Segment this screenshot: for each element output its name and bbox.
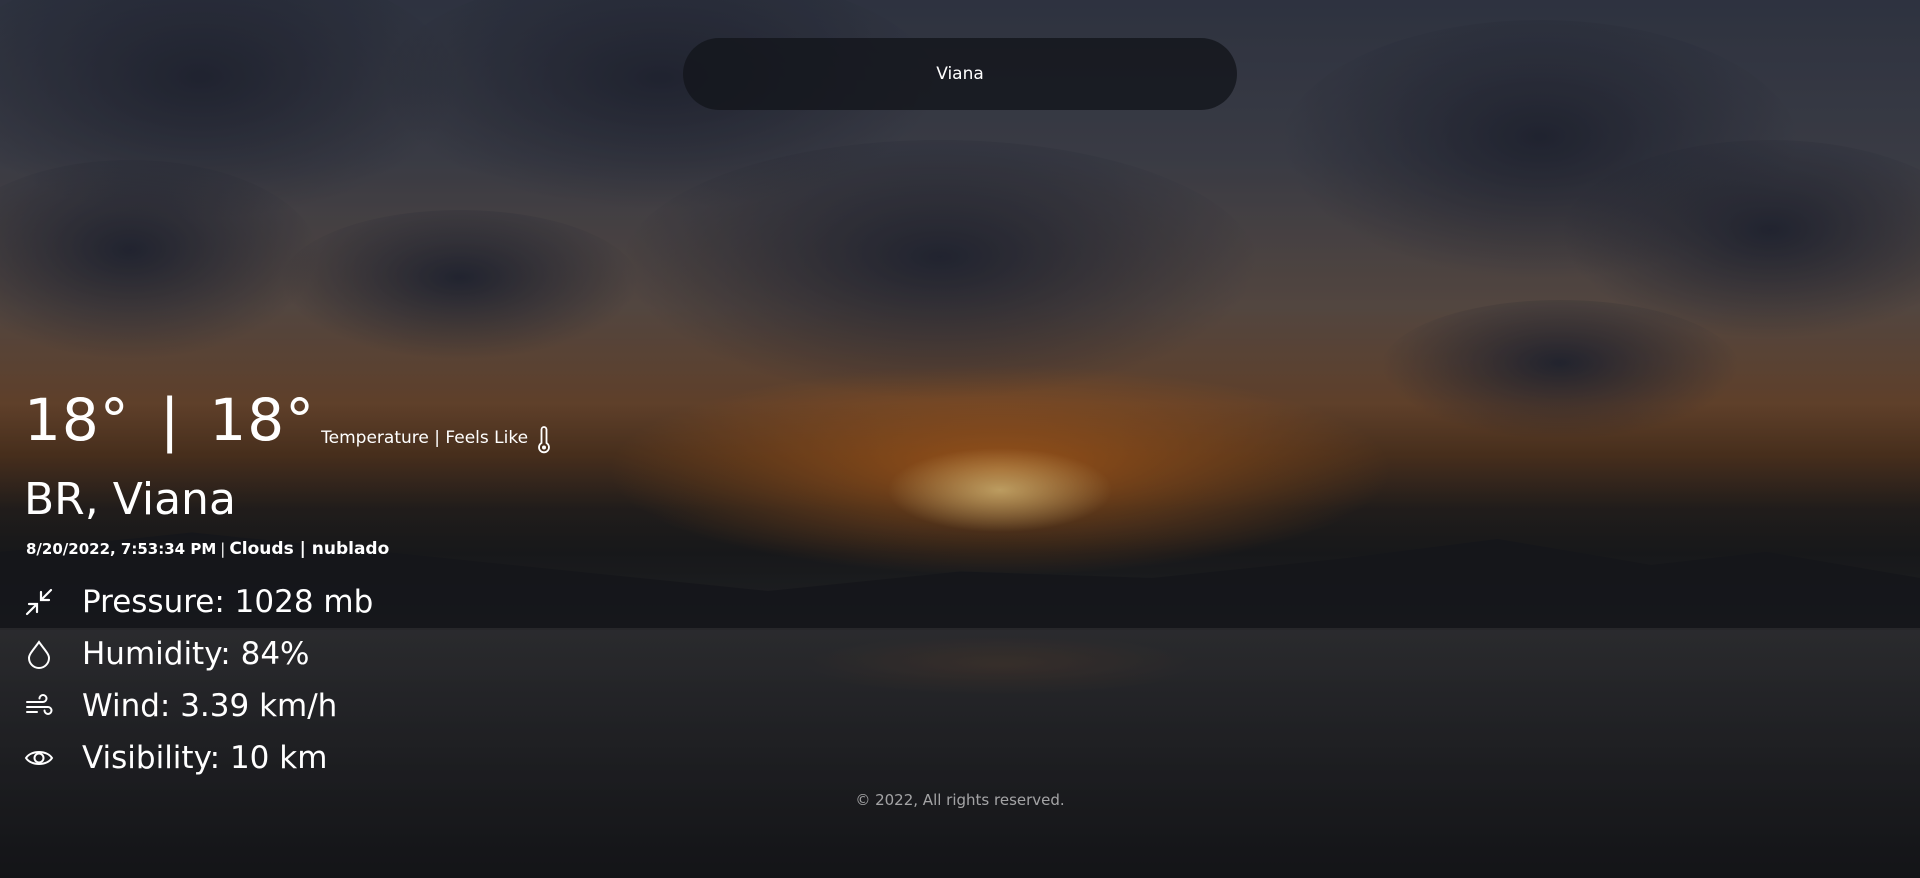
eye-icon — [24, 751, 54, 765]
weather-meta: 8/20/2022, 7:53:34 PM | Clouds | nublado — [26, 538, 389, 560]
wind-text: Wind: 3.39 km/h — [82, 688, 338, 724]
visibility-text: Visibility: 10 km — [82, 740, 328, 776]
temperature-caption: Temperature | Feels Like — [321, 428, 529, 448]
footer-copyright: © 2022, All rights reserved. — [855, 791, 1065, 809]
temperature-row: 18° | 18° Temperature | Feels Like — [24, 382, 552, 458]
visibility-row: Visibility: 10 km — [24, 732, 373, 784]
meta-separator: | — [220, 540, 226, 558]
humidity-text: Humidity: 84% — [82, 636, 310, 672]
location-title: BR, Viana — [24, 474, 236, 525]
droplet-icon — [27, 640, 51, 669]
search-input[interactable]: Viana — [683, 38, 1237, 110]
humidity-row: Humidity: 84% — [24, 628, 373, 680]
wind-icon — [26, 694, 53, 715]
temperature-separator: | — [159, 386, 180, 454]
pressure-row: Pressure: 1028 mb — [24, 576, 373, 628]
temperature-value: 18° — [24, 386, 130, 454]
thermometer-icon — [538, 426, 550, 454]
wind-row: Wind: 3.39 km/h — [24, 680, 373, 732]
feels-like-value: 18° — [209, 386, 316, 454]
weather-stats: Pressure: 1028 mb Humidity: 84% Wind: 3.… — [24, 576, 373, 784]
datetime: 8/20/2022, 7:53:34 PM — [26, 540, 217, 558]
compress-arrows-icon — [25, 588, 53, 616]
pressure-text: Pressure: 1028 mb — [82, 584, 374, 620]
condition: Clouds | nublado — [229, 539, 390, 559]
